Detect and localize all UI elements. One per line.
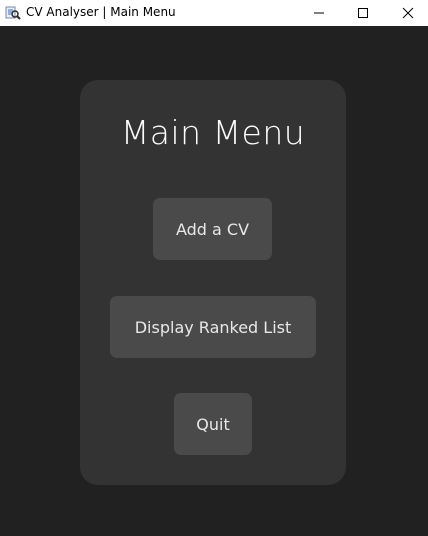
title-bar[interactable]: CV Analyser | Main Menu [0, 0, 428, 26]
page-title: Main Menu [120, 113, 306, 152]
quit-button[interactable]: Quit [174, 393, 252, 455]
close-icon [402, 4, 414, 23]
main-menu-panel: Main Menu Add a CV Display Ranked List Q… [80, 80, 346, 485]
close-button[interactable] [385, 0, 428, 26]
add-cv-button[interactable]: Add a CV [153, 198, 272, 260]
maximize-button[interactable] [340, 0, 385, 26]
window-title: CV Analyser | Main Menu [26, 5, 176, 19]
maximize-icon [357, 4, 369, 23]
minimize-button[interactable] [296, 0, 341, 26]
display-ranked-list-button[interactable]: Display Ranked List [110, 296, 316, 358]
app-icon [5, 5, 21, 21]
window-client-area: Main Menu Add a CV Display Ranked List Q… [0, 26, 428, 536]
minimize-icon [313, 4, 325, 23]
